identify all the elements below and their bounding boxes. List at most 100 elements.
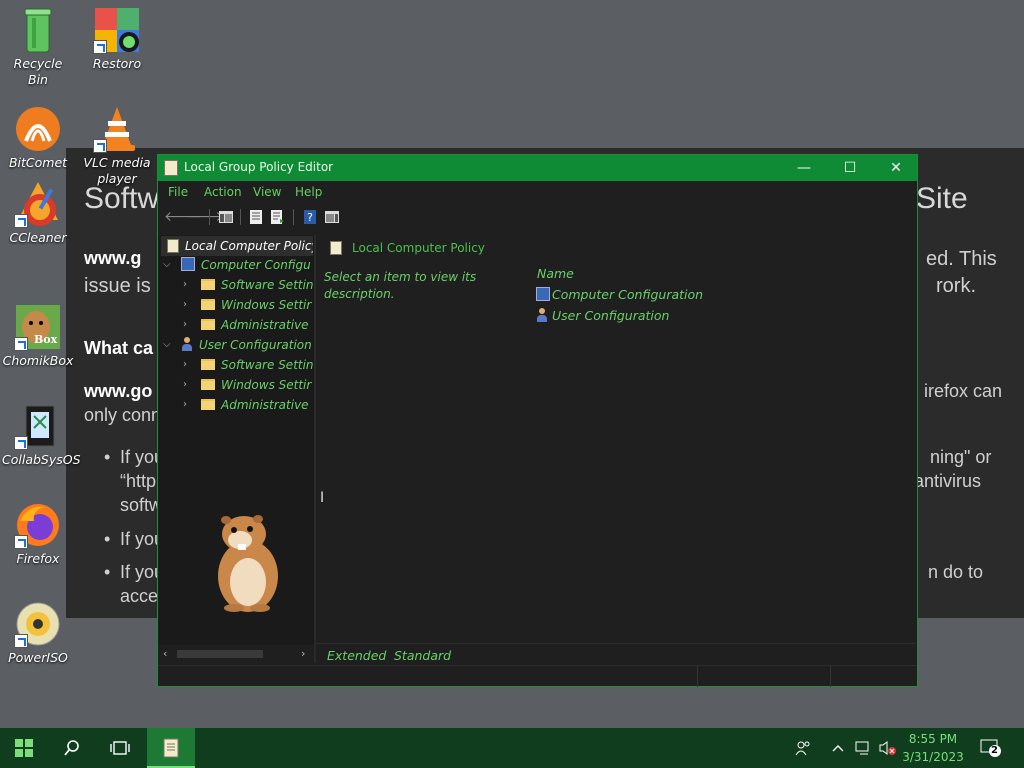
view-tabs: Extended Standard bbox=[316, 643, 916, 665]
forward-arrow-icon[interactable]: 🡒 bbox=[186, 209, 224, 225]
folder-icon bbox=[201, 299, 215, 310]
window-titlebar[interactable]: Local Group Policy Editor — ☐ ✕ bbox=[158, 155, 917, 181]
network-icon[interactable] bbox=[854, 728, 872, 768]
action-pane-icon[interactable] bbox=[324, 209, 340, 225]
toolbar: 🡐 🡒 ? bbox=[158, 203, 917, 231]
shortcut-arrow-icon bbox=[14, 634, 28, 648]
desktop-icon-chomikbox[interactable]: Box ChomikBox bbox=[2, 303, 74, 369]
properties-icon[interactable] bbox=[248, 209, 264, 225]
tree-node-label: Administrative bbox=[221, 398, 309, 412]
desktop-icon-bitcomet[interactable]: BitComet bbox=[2, 105, 74, 171]
expand-chevron-icon[interactable]: › bbox=[183, 315, 187, 335]
status-divider bbox=[697, 666, 698, 687]
menu-bar: File Action View Help bbox=[158, 181, 917, 203]
desktop-icon-firefox[interactable]: Firefox bbox=[2, 501, 74, 567]
tree-node-label: Software Settin bbox=[221, 358, 314, 372]
close-button[interactable]: ✕ bbox=[873, 155, 919, 181]
toolbar-separator bbox=[293, 209, 294, 225]
back-arrow-icon[interactable]: 🡐 bbox=[164, 209, 202, 225]
list-item-user-configuration[interactable]: User Configuration bbox=[536, 308, 669, 323]
vlc-icon bbox=[93, 105, 141, 153]
collapse-chevron-icon[interactable]: ⌵ bbox=[163, 255, 171, 275]
expand-chevron-icon[interactable]: › bbox=[183, 295, 187, 315]
page-text: issue is c bbox=[84, 275, 167, 297]
search-icon bbox=[64, 740, 79, 756]
text-cursor-icon: I bbox=[320, 490, 325, 506]
scroll-thumb[interactable] bbox=[177, 650, 263, 658]
notification-center-button[interactable]: 2 bbox=[980, 728, 1002, 768]
menu-view[interactable]: View bbox=[253, 185, 281, 199]
tree-node-administrative-templates[interactable]: › Administrative bbox=[183, 315, 309, 335]
tab-standard[interactable]: Standard bbox=[394, 648, 451, 663]
scroll-left-arrow-icon[interactable]: ‹ bbox=[163, 647, 167, 660]
tree-node-user-configuration[interactable]: ⌵ User Configuration bbox=[163, 335, 312, 355]
menu-action[interactable]: Action bbox=[204, 185, 242, 199]
show-hidden-icons-chevron-icon[interactable] bbox=[831, 728, 845, 768]
menu-help[interactable]: Help bbox=[295, 185, 322, 199]
tree-node-software-settings[interactable]: › Software Settin bbox=[183, 355, 314, 375]
hamster-desktop-pet[interactable] bbox=[204, 510, 288, 614]
help-icon[interactable]: ? bbox=[302, 209, 318, 225]
desktop-icon-label: VLC media player bbox=[83, 155, 151, 186]
tab-extended[interactable]: Extended bbox=[327, 648, 386, 663]
clock-date: 3/31/2023 bbox=[902, 750, 964, 764]
windows-logo-icon bbox=[15, 739, 33, 757]
menu-file[interactable]: File bbox=[168, 185, 188, 199]
ccleaner-icon bbox=[14, 180, 62, 228]
expand-chevron-icon[interactable]: › bbox=[183, 375, 187, 395]
desktop-icon-label: ChomikBox bbox=[2, 353, 74, 368]
desktop-icon-vlc[interactable]: VLC media player bbox=[81, 105, 153, 187]
tree-node-software-settings[interactable]: › Software Settin bbox=[183, 275, 314, 295]
expand-chevron-icon[interactable]: › bbox=[183, 275, 187, 295]
shortcut-arrow-icon bbox=[14, 535, 28, 549]
desktop-icon-poweriso[interactable]: PowerISO bbox=[2, 600, 74, 666]
desktop-icon-label: PowerISO bbox=[8, 650, 68, 665]
notification-count-badge: 2 bbox=[991, 745, 998, 756]
expand-chevron-icon[interactable]: › bbox=[183, 395, 187, 415]
policy-scroll-icon bbox=[164, 160, 178, 176]
tree-node-label: Windows Settir bbox=[221, 378, 312, 392]
search-button[interactable] bbox=[48, 728, 96, 768]
list-item-computer-configuration[interactable]: Computer Configuration bbox=[536, 287, 703, 302]
page-text: antivirus bbox=[914, 471, 982, 491]
people-icon[interactable] bbox=[794, 728, 812, 768]
poweriso-icon bbox=[14, 600, 62, 648]
maximize-button[interactable]: ☐ bbox=[827, 155, 873, 181]
desktop-icon-recycle-bin[interactable]: Recycle Bin bbox=[2, 6, 74, 88]
start-button[interactable] bbox=[0, 728, 48, 768]
tree-node-administrative-templates[interactable]: › Administrative bbox=[183, 395, 309, 415]
page-text: www.g bbox=[84, 248, 142, 268]
tree-node-windows-settings[interactable]: › Windows Settir bbox=[183, 375, 311, 395]
taskbar: 8:55 PM 3/31/2023 2 bbox=[0, 728, 1024, 768]
folder-icon bbox=[201, 399, 215, 410]
policy-scroll-icon bbox=[330, 241, 342, 255]
task-view-button[interactable] bbox=[96, 728, 144, 768]
tree-node-label: Computer Configu bbox=[201, 258, 311, 272]
desktop-icon-label: Recycle Bin bbox=[13, 56, 63, 87]
taskbar-app-group-policy-editor[interactable] bbox=[147, 728, 195, 768]
volume-muted-icon[interactable] bbox=[878, 728, 896, 768]
desktop-icon-restoro[interactable]: Restoro bbox=[81, 6, 153, 72]
page-bullet: • bbox=[104, 562, 111, 582]
system-clock[interactable]: 8:55 PM 3/31/2023 bbox=[898, 730, 968, 766]
expand-chevron-icon[interactable]: › bbox=[183, 355, 187, 375]
desktop-icon-ccleaner[interactable]: CCleaner bbox=[2, 180, 74, 246]
tree-node-computer-configuration[interactable]: ⌵ Computer Configu bbox=[163, 255, 311, 275]
collapse-chevron-icon[interactable]: ⌵ bbox=[163, 335, 171, 355]
column-header-name[interactable]: Name bbox=[537, 266, 574, 281]
desktop-icon-collabsysos[interactable]: CollabSysOS bbox=[2, 402, 81, 468]
firefox-icon bbox=[14, 501, 62, 549]
tree-root-local-computer-policy[interactable]: Local Computer Policy bbox=[161, 236, 313, 256]
desktop-icon-label: CCleaner bbox=[9, 230, 67, 245]
tree-node-windows-settings[interactable]: › Windows Settir bbox=[183, 295, 311, 315]
tree-node-label: User Configuration bbox=[199, 338, 312, 352]
scroll-right-arrow-icon[interactable]: › bbox=[301, 647, 305, 660]
tree-root-label: Local Computer Policy bbox=[185, 239, 313, 253]
list-item-label: User Configuration bbox=[552, 308, 670, 323]
page-bullet: • bbox=[104, 529, 111, 549]
minimize-button[interactable]: — bbox=[781, 155, 827, 181]
export-list-icon[interactable] bbox=[270, 209, 286, 225]
tree-horizontal-scrollbar[interactable]: ‹ › bbox=[159, 645, 314, 663]
shortcut-arrow-icon bbox=[14, 436, 28, 450]
show-hide-tree-icon[interactable] bbox=[218, 209, 234, 225]
